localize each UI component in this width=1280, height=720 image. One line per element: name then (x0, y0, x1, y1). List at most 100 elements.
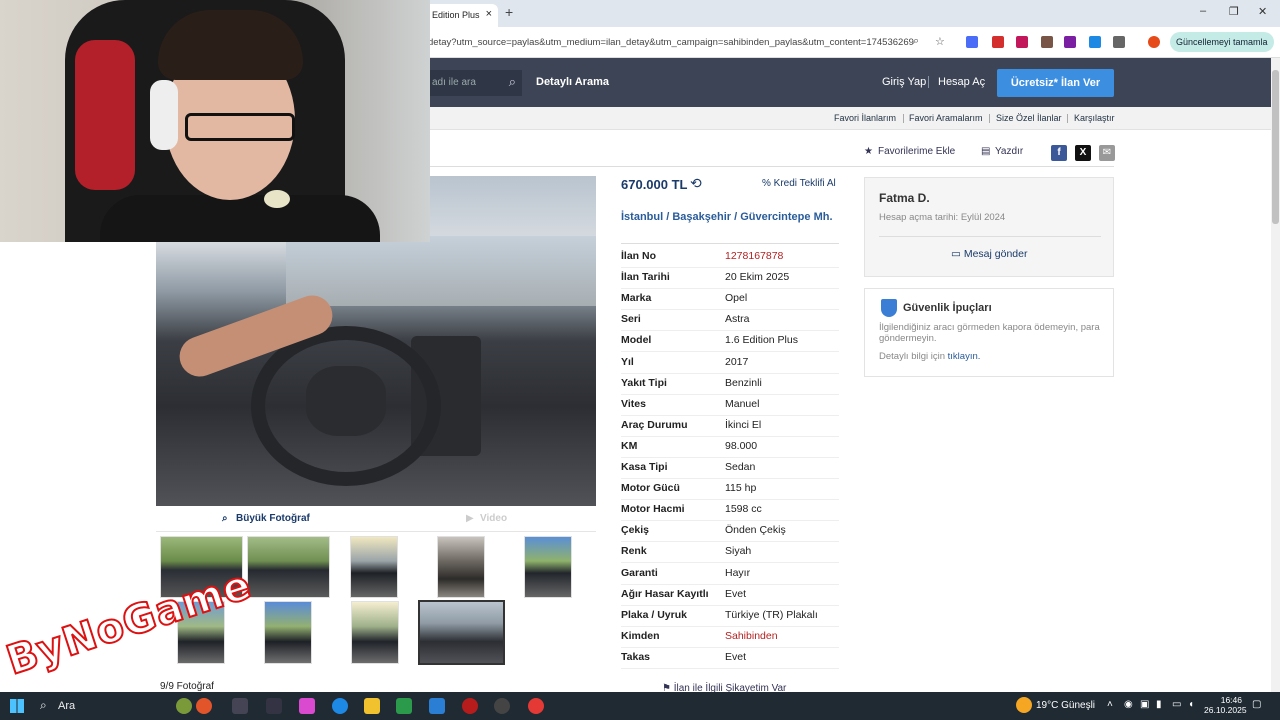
detail-row: Çekiş Önden Çekiş (621, 521, 839, 542)
app-icon[interactable] (266, 698, 282, 714)
thumbnail[interactable] (524, 536, 572, 598)
clock[interactable]: 16:46 26.10.2025 (1204, 695, 1247, 715)
extension-icon[interactable] (1064, 36, 1076, 48)
extension-icon[interactable] (1016, 36, 1028, 48)
location-breadcrumb[interactable]: İstanbul / Başakşehir / Güvercintepe Mh. (621, 211, 841, 223)
store-icon[interactable] (396, 698, 412, 714)
thumbnail[interactable] (437, 536, 485, 598)
detail-value: Siyah (725, 545, 752, 557)
new-tab-button[interactable]: + (505, 4, 513, 20)
safety-detail-link[interactable]: tıklayın. (948, 351, 981, 362)
thumbnail-selected[interactable] (418, 600, 505, 665)
search-input[interactable]: adı ile ara ⌕ (430, 70, 522, 96)
app-icon[interactable] (462, 698, 478, 714)
fruit-icon (196, 698, 212, 714)
gmail-extension-icon[interactable] (992, 36, 1004, 48)
detail-row: İlan Tarihi 20 Ekim 2025 (621, 268, 839, 289)
thumbnail[interactable] (264, 601, 312, 664)
thumbnail-image (248, 537, 329, 597)
percent-icon: % (762, 178, 774, 189)
x-twitter-icon[interactable]: X (1075, 145, 1091, 161)
price-history-icon[interactable]: ⟲ (690, 175, 702, 192)
detail-key: Kasa Tipi (621, 461, 668, 473)
detail-value[interactable]: 1278167878 (725, 250, 783, 262)
zoom-icon[interactable]: ⌕ (913, 35, 919, 48)
chrome-icon[interactable] (528, 698, 544, 714)
advanced-search-link[interactable]: Detaylı Arama (536, 76, 609, 88)
facebook-icon[interactable]: f (1051, 145, 1067, 161)
detail-value: 1598 cc (725, 503, 762, 515)
extension-icon[interactable] (966, 36, 978, 48)
thumbnail[interactable] (350, 536, 398, 598)
print-icon[interactable]: ▤ (981, 146, 990, 157)
email-share-icon[interactable]: ✉ (1099, 145, 1115, 161)
update-button[interactable]: Güncellemeyi tamamla (1170, 32, 1274, 52)
login-link[interactable]: Giriş Yap (882, 76, 926, 88)
register-link[interactable]: Hesap Aç (938, 76, 985, 88)
mail-icon[interactable] (429, 698, 445, 714)
taskbar: ⌕ Ara 19°C Güneşli ˄ ◉ ▣ ▮ ▭ ◖ 16:46 26.… (0, 692, 1280, 720)
detail-key: Ağır Hasar Kayıtlı (621, 588, 709, 600)
file-explorer-icon[interactable] (364, 698, 380, 714)
search-icon[interactable]: ⌕ (509, 74, 516, 90)
detail-value: Önden Çekiş (725, 524, 786, 536)
weather-text[interactable]: 19°C Güneşli (1036, 700, 1095, 711)
add-favorite-link[interactable]: Favorilerime Ekle (878, 146, 955, 157)
cookie-extension-icon[interactable] (1041, 36, 1053, 48)
window-close-button[interactable]: ✕ (1258, 5, 1267, 18)
detail-row: Marka Opel (621, 289, 839, 310)
browser-tab[interactable]: Edition Plus × (424, 4, 498, 27)
extension-icon[interactable] (1089, 36, 1101, 48)
detail-value[interactable]: Sahibinden (725, 630, 778, 642)
tab-big-photo[interactable]: Büyük Fotoğraf (236, 513, 310, 524)
search-icon[interactable]: ⌕ (40, 698, 47, 713)
subnav-special-listings[interactable]: Size Özel İlanlar (996, 113, 1062, 123)
tray-icon[interactable]: ▣ (1140, 699, 1149, 710)
notification-icon[interactable]: ▢ (1252, 699, 1261, 710)
restore-button[interactable]: ❐ (1229, 5, 1239, 18)
volume-icon[interactable]: ◖ (1188, 699, 1194, 710)
copilot-icon[interactable] (299, 698, 315, 714)
subnav-favorite-listings[interactable]: Favori İlanlarım (834, 113, 896, 123)
favorite-star-icon[interactable]: ★ (864, 146, 873, 157)
detail-value: Manuel (725, 398, 760, 410)
url-text[interactable]: detay?utm_source=paylas&utm_medium=ilan_… (428, 37, 914, 48)
detail-key: Motor Gücü (621, 482, 680, 494)
post-ad-button[interactable]: Ücretsiz* İlan Ver (997, 69, 1114, 97)
windows-start-icon[interactable] (10, 699, 24, 713)
subnav-compare[interactable]: Karşılaştır (1074, 113, 1115, 123)
task-view-icon[interactable] (232, 698, 248, 714)
extensions-puzzle-icon[interactable] (1113, 36, 1125, 48)
loan-offer-link[interactable]: % Kredi Teklifi Al (762, 178, 836, 189)
detail-key: Yakıt Tipi (621, 377, 667, 389)
close-tab-icon[interactable]: × (486, 8, 492, 20)
big-photo-icon[interactable]: ⌕ (222, 513, 228, 524)
bookmark-star-icon[interactable]: ☆ (935, 35, 945, 48)
profile-avatar[interactable] (1148, 36, 1160, 48)
edge-icon[interactable] (332, 698, 348, 714)
safety-detail-prefix: Detaylı bilgi için (879, 351, 945, 362)
tray-icon[interactable]: ▮ (1156, 699, 1162, 710)
tab-video[interactable]: Video (480, 513, 507, 524)
subnav-divider (1067, 114, 1068, 123)
network-icon[interactable]: ▭ (1172, 699, 1181, 710)
subnav-favorite-searches[interactable]: Favori Aramalarım (909, 113, 983, 123)
tray-icon[interactable]: ◉ (1124, 699, 1133, 710)
taskbar-search[interactable]: Ara (58, 700, 75, 712)
detail-key: Takas (621, 651, 650, 663)
scrollbar-thumb[interactable] (1272, 70, 1279, 224)
safety-tips-card: Güvenlik İpuçları İlgilendiğiniz aracı g… (864, 288, 1114, 377)
obs-icon[interactable] (494, 698, 510, 714)
print-link[interactable]: Yazdır (995, 146, 1023, 157)
clock-date: 26.10.2025 (1204, 705, 1247, 715)
thumbnail[interactable] (247, 536, 330, 598)
minimize-button[interactable]: – (1200, 5, 1206, 17)
detail-key: Seri (621, 313, 641, 325)
detail-row: Yıl 2017 (621, 353, 839, 374)
seller-name[interactable]: Fatma D. (879, 191, 930, 205)
send-message-button[interactable]: ▭ Mesaj gönder (951, 248, 1027, 260)
tray-chevron-icon[interactable]: ˄ (1107, 699, 1113, 710)
detail-row: Ağır Hasar Kayıtlı Evet (621, 585, 839, 606)
headset (150, 80, 178, 150)
thumbnail[interactable] (351, 601, 399, 664)
